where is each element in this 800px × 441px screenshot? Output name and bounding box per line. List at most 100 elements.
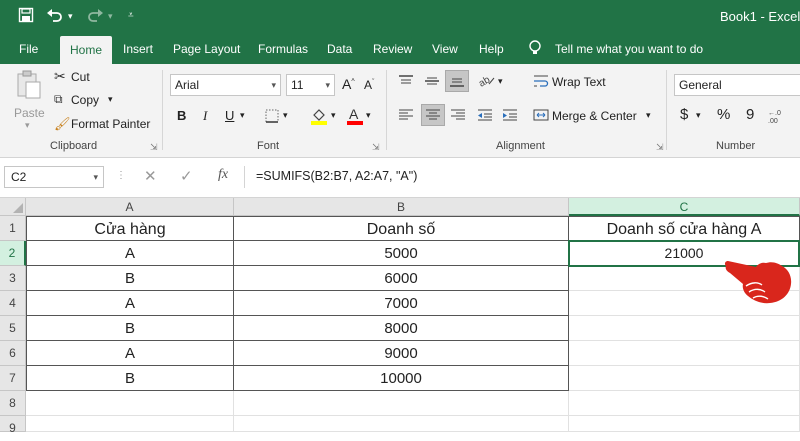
align-bottom-icon[interactable] [449, 74, 465, 91]
cell-a4[interactable]: A [26, 291, 234, 316]
cell-a6[interactable]: A [26, 341, 234, 366]
formula-bar-grip-icon[interactable]: ⋮ [116, 170, 126, 181]
tab-formulas[interactable]: Formulas [258, 34, 308, 64]
scissors-icon[interactable]: ✂ [54, 68, 66, 85]
cell-c5[interactable] [569, 316, 800, 341]
tab-help[interactable]: Help [479, 34, 504, 64]
select-all-button[interactable] [0, 198, 26, 216]
copy-icon[interactable]: ⧉ [54, 92, 63, 107]
cancel-icon[interactable]: ✕ [144, 167, 157, 185]
formula-input[interactable]: =SUMIFS(B2:B7, A2:A7, "A") [256, 169, 417, 183]
undo-icon[interactable] [46, 7, 64, 27]
paste-dropdown-icon[interactable]: ▾ [25, 120, 30, 131]
accounting-format-button[interactable]: $ [680, 106, 688, 123]
cell-b1[interactable]: Doanh số [234, 216, 569, 241]
cell-a3[interactable]: B [26, 266, 234, 291]
align-right-icon[interactable] [450, 108, 466, 125]
shrink-font-icon[interactable]: Aˇ [364, 78, 374, 92]
cell-a5[interactable]: B [26, 316, 234, 341]
cut-button[interactable]: Cut [71, 70, 90, 84]
cell-c1[interactable]: Doanh số cửa hàng A [569, 216, 800, 241]
row-header-1[interactable]: 1 [0, 216, 26, 241]
cell-a7[interactable]: B [26, 366, 234, 391]
column-header-c[interactable]: C [569, 198, 800, 216]
cell-c7[interactable] [569, 366, 800, 391]
increase-indent-icon[interactable] [502, 108, 518, 125]
fill-color-icon[interactable] [310, 107, 328, 128]
tab-page-layout[interactable]: Page Layout [173, 34, 240, 64]
paste-icon[interactable] [16, 70, 42, 103]
row-header-3[interactable]: 3 [0, 266, 26, 291]
fill-color-dropdown-icon[interactable]: ▾ [331, 110, 336, 121]
align-top-icon[interactable] [398, 74, 414, 91]
merge-center-dropdown-icon[interactable]: ▾ [646, 110, 651, 121]
tab-data[interactable]: Data [327, 34, 352, 64]
column-header-a[interactable]: A [26, 198, 234, 216]
alignment-launcher-icon[interactable]: ⇲ [656, 142, 664, 153]
format-painter-button[interactable]: Format Painter [71, 117, 150, 131]
cell-a1[interactable]: Cửa hàng [26, 216, 234, 241]
cell-c6[interactable] [569, 341, 800, 366]
cell-b6[interactable]: 9000 [234, 341, 569, 366]
italic-button[interactable]: I [203, 108, 207, 124]
align-middle-icon[interactable] [424, 74, 440, 91]
align-left-icon[interactable] [398, 108, 414, 125]
paste-button[interactable]: Paste [14, 106, 45, 120]
cell-c9[interactable] [569, 416, 800, 432]
cell-b9[interactable] [234, 416, 569, 432]
bold-button[interactable]: B [177, 108, 186, 123]
font-launcher-icon[interactable]: ⇲ [372, 142, 380, 153]
orientation-dropdown-icon[interactable]: ▾ [498, 76, 503, 87]
row-header-6[interactable]: 6 [0, 341, 26, 366]
borders-dropdown-icon[interactable]: ▾ [283, 110, 288, 121]
tab-review[interactable]: Review [373, 34, 412, 64]
tab-view[interactable]: View [432, 34, 458, 64]
row-header-7[interactable]: 7 [0, 366, 26, 391]
row-header-8[interactable]: 8 [0, 391, 26, 416]
row-header-4[interactable]: 4 [0, 291, 26, 316]
font-name-select[interactable]: Arial ▾ [170, 74, 281, 96]
align-center-icon[interactable] [425, 108, 441, 125]
row-header-9[interactable]: 9 [0, 416, 26, 435]
redo-dropdown-icon[interactable]: ▾ [108, 11, 113, 22]
cell-b2[interactable]: 5000 [234, 241, 569, 266]
font-color-icon[interactable]: A [346, 106, 364, 129]
cell-a2[interactable]: A [26, 241, 234, 266]
tab-file[interactable]: File [19, 34, 38, 64]
cell-a9[interactable] [26, 416, 234, 432]
increase-decimal-icon[interactable]: ←.0.00 [768, 108, 794, 127]
insert-function-button[interactable]: fx [218, 167, 228, 183]
cell-b4[interactable]: 7000 [234, 291, 569, 316]
format-painter-icon[interactable]: 🖌 [54, 116, 71, 132]
merge-center-button[interactable]: Merge & Center [552, 109, 637, 123]
accounting-dropdown-icon[interactable]: ▾ [696, 110, 701, 121]
name-box[interactable]: C2 ▾ [4, 166, 104, 188]
tab-insert[interactable]: Insert [123, 34, 153, 64]
copy-dropdown-icon[interactable]: ▾ [108, 94, 113, 105]
cell-c8[interactable] [569, 391, 800, 416]
underline-dropdown-icon[interactable]: ▾ [240, 110, 245, 121]
row-header-5[interactable]: 5 [0, 316, 26, 341]
merge-center-icon[interactable] [533, 108, 549, 125]
font-color-dropdown-icon[interactable]: ▾ [366, 110, 371, 121]
cell-b8[interactable] [234, 391, 569, 416]
enter-icon[interactable]: ✓ [180, 167, 193, 185]
borders-icon[interactable] [265, 109, 279, 126]
cell-b7[interactable]: 10000 [234, 366, 569, 391]
save-icon[interactable] [18, 7, 34, 27]
grow-font-icon[interactable]: A^ [342, 76, 355, 92]
row-header-2[interactable]: 2 [0, 241, 26, 266]
font-size-select[interactable]: 11 ▾ [286, 74, 335, 96]
cell-b5[interactable]: 8000 [234, 316, 569, 341]
wrap-text-icon[interactable] [533, 74, 549, 91]
wrap-text-button[interactable]: Wrap Text [552, 75, 606, 89]
worksheet-grid[interactable]: A B C 1 2 3 4 5 6 7 8 9 Cửa hàng Doanh s… [0, 198, 800, 435]
copy-button[interactable]: Copy [71, 93, 99, 107]
tell-me-search[interactable]: Tell me what you want to do [555, 34, 703, 64]
cell-b3[interactable]: 6000 [234, 266, 569, 291]
underline-button[interactable]: U [225, 108, 234, 123]
customize-icon[interactable]: ⩡ [128, 10, 134, 21]
tab-home[interactable]: Home [60, 36, 113, 64]
decrease-indent-icon[interactable] [477, 108, 493, 125]
column-header-b[interactable]: B [234, 198, 569, 216]
